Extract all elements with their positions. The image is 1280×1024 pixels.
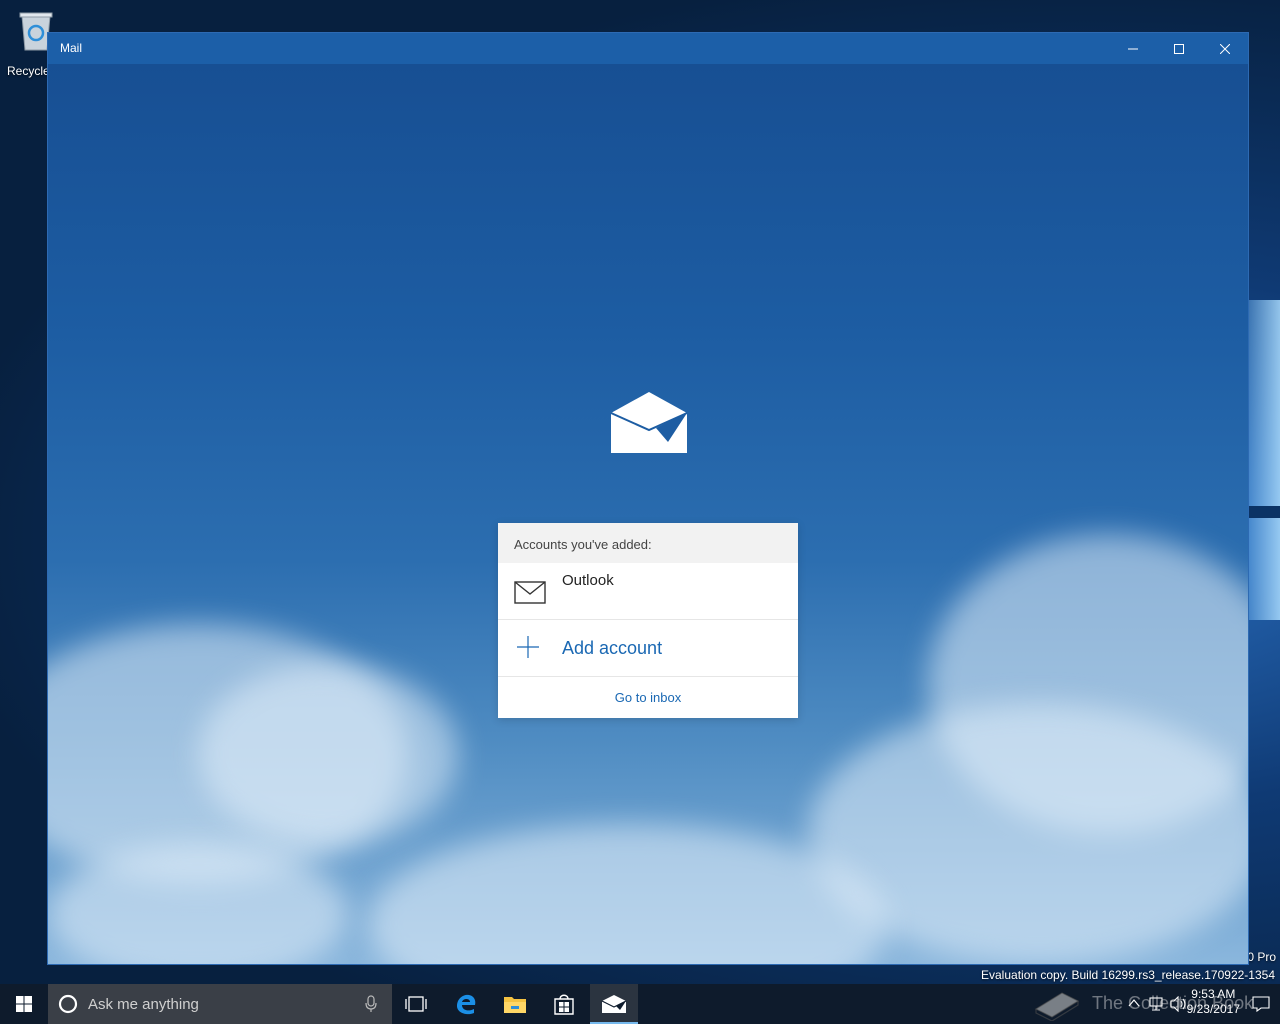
- accounts-card: Accounts you've added: Outlook Add accou…: [498, 523, 798, 718]
- mail-icon: [601, 995, 627, 1013]
- taskbar: Ask me anything 9:53 AM 9/23/2017 The Co…: [0, 984, 1280, 1024]
- accounts-header: Accounts you've added:: [498, 523, 798, 563]
- store-button[interactable]: [540, 984, 588, 1024]
- task-view-icon: [405, 996, 427, 1012]
- mail-content-area: Accounts you've added: Outlook Add accou…: [48, 64, 1248, 964]
- edition-text: 0 Pro: [1247, 950, 1276, 964]
- search-placeholder: Ask me anything: [88, 996, 199, 1013]
- maximize-button[interactable]: [1156, 33, 1202, 64]
- book-logo-icon: [1034, 992, 1080, 1021]
- cortana-icon: [58, 994, 78, 1014]
- mail-taskbar-button[interactable]: [590, 984, 638, 1024]
- minimize-icon: [1128, 48, 1138, 49]
- mail-window: Mail Accounts you've added: Outlook Add …: [47, 32, 1249, 965]
- windows-start-icon: [16, 996, 32, 1012]
- account-name: Outlook: [562, 572, 614, 589]
- title-bar[interactable]: Mail: [48, 33, 1248, 64]
- task-view-button[interactable]: [392, 984, 440, 1024]
- account-item-outlook[interactable]: Outlook: [498, 563, 798, 620]
- file-explorer-icon: [504, 997, 526, 1013]
- edge-button[interactable]: [442, 984, 490, 1024]
- watermark-text: The Collection Book: [1092, 993, 1254, 1013]
- close-icon: [1220, 43, 1230, 54]
- recycle-bin-label: Recycle: [7, 64, 50, 78]
- envelope-icon: [514, 581, 546, 604]
- add-account-button[interactable]: Add account: [498, 620, 798, 677]
- mail-logo-icon: [610, 392, 688, 453]
- close-button[interactable]: [1202, 33, 1248, 64]
- file-explorer-button[interactable]: [491, 984, 539, 1024]
- minimize-button[interactable]: [1110, 33, 1156, 64]
- go-to-inbox-link[interactable]: Go to inbox: [615, 690, 682, 705]
- edge-icon: [457, 994, 476, 1015]
- plus-icon: [517, 636, 539, 658]
- microphone-icon[interactable]: [364, 995, 378, 1013]
- start-button[interactable]: [0, 984, 48, 1024]
- cloud-decoration: [198, 664, 458, 844]
- go-to-inbox-row: Go to inbox: [498, 677, 798, 718]
- evaluation-watermark: Evaluation copy. Build 16299.rs3_release…: [981, 968, 1275, 982]
- maximize-icon: [1174, 43, 1184, 54]
- add-account-label: Add account: [562, 638, 663, 658]
- watermark-overlay: The Collection Book: [1032, 987, 1272, 1021]
- cortana-search-box[interactable]: Ask me anything: [48, 984, 392, 1024]
- window-title: Mail: [60, 41, 83, 55]
- store-icon: [554, 994, 574, 1015]
